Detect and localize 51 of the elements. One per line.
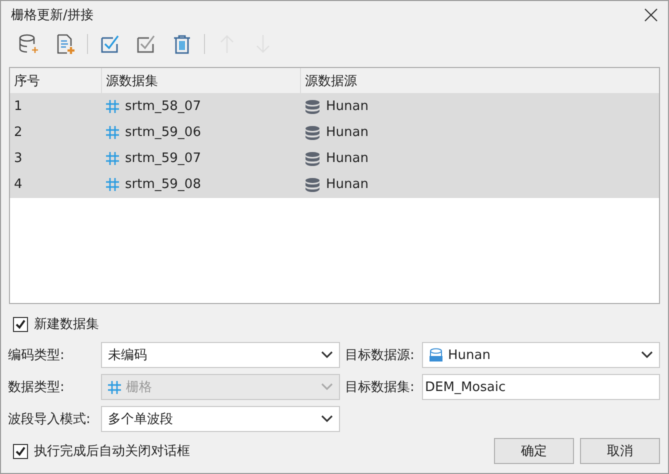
field-label: 编码类型: <box>8 347 66 364</box>
database-icon <box>429 348 443 362</box>
database-icon <box>305 178 320 192</box>
chevron-down-icon <box>321 415 333 423</box>
database-icon <box>305 100 320 114</box>
table-cell: 1 <box>14 99 22 114</box>
chevron-down-icon <box>321 351 333 359</box>
checkbox-label: 执行完成后自动关闭对话框 <box>34 443 190 460</box>
table-cell: Hunan <box>326 177 368 192</box>
chevron-down-icon <box>641 351 653 359</box>
table-row[interactable]: 2 srtm_59_06 Hunan <box>10 120 659 146</box>
ok-button[interactable]: 确定 <box>494 438 574 464</box>
checkbox-icon <box>99 33 121 55</box>
table-cell: 3 <box>14 151 22 166</box>
field-label: 目标数据集: <box>345 379 416 396</box>
dataset-name-field[interactable]: DEM_Mosaic <box>422 374 660 400</box>
chevron-down-icon <box>321 383 333 391</box>
cancel-button[interactable]: 取消 <box>580 438 660 464</box>
table-cell: srtm_58_07 <box>125 99 201 114</box>
table-cell: 4 <box>14 177 22 192</box>
table-cell: 2 <box>14 125 22 140</box>
database-icon <box>305 126 320 140</box>
grid-icon <box>108 380 121 394</box>
band-mode-dropdown[interactable]: 多个单波段 <box>101 406 340 432</box>
field-label: 目标数据源: <box>345 347 416 364</box>
grid-icon <box>106 178 119 191</box>
database-icon <box>305 152 320 166</box>
table-cell: srtm_59_08 <box>125 177 201 192</box>
table-cell: Hunan <box>326 125 368 140</box>
window-title: 栅格更新/拼接 <box>11 7 94 24</box>
checkbox-label: 新建数据集 <box>34 316 99 333</box>
grid-icon <box>106 100 119 113</box>
checkbox[interactable] <box>13 316 28 332</box>
datasource-dropdown[interactable]: Hunan <box>422 342 660 368</box>
grid-icon <box>106 152 119 165</box>
table-cell: Hunan <box>326 151 368 166</box>
database-add-icon <box>18 33 40 55</box>
field-label: 波段导入模式: <box>8 411 92 428</box>
field-label: 数据类型: <box>8 379 66 396</box>
table-cell: srtm_59_07 <box>125 151 201 166</box>
checkbox-icon <box>135 33 157 55</box>
encoding-dropdown[interactable]: 未编码 <box>101 342 340 368</box>
table-row[interactable]: 4 srtm_59_08 Hunan <box>10 172 659 198</box>
table-cell: srtm_59_06 <box>125 125 201 140</box>
close-icon[interactable] <box>644 8 658 22</box>
table-row[interactable]: 3 srtm_59_07 Hunan <box>10 146 659 172</box>
table-row[interactable]: 1 srtm_58_07 Hunan <box>10 94 659 120</box>
checkbox[interactable] <box>13 444 28 458</box>
table-cell: Hunan <box>326 99 368 114</box>
trash-icon <box>171 33 193 55</box>
grid-icon <box>106 126 119 139</box>
